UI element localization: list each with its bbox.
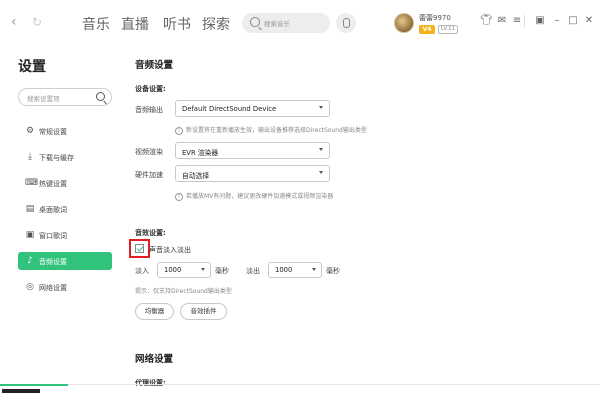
sidebar-item-desktop-lyrics[interactable]: ▤ 桌面歌词 bbox=[18, 200, 112, 218]
top-bar: ‹ ↻ 音乐 直播 听书 探索 搜索音乐 蕾蕾9970 V4 LV.11 👕︎ … bbox=[0, 0, 600, 44]
sidebar-item-label: 网络设置 bbox=[39, 284, 67, 292]
effect-settings-title: 音效设置: bbox=[135, 229, 166, 237]
audio-output-select[interactable]: Default DirectSound Device bbox=[175, 100, 330, 117]
player-bar-edge bbox=[2, 389, 40, 393]
settings-search-input[interactable]: 搜索设置项 bbox=[18, 88, 112, 106]
video-render-value: EVR 渲染器 bbox=[182, 149, 219, 157]
sidebar-item-label: 窗口歌词 bbox=[39, 232, 67, 240]
sidebar-item-label: 下载与缓存 bbox=[39, 154, 74, 162]
tab-explore[interactable]: 探索 bbox=[202, 14, 230, 34]
sidebar-item-network[interactable]: ◎ 网络设置 bbox=[18, 278, 112, 296]
level-badge: LV.11 bbox=[438, 25, 458, 34]
menu-icon[interactable]: ≡ bbox=[511, 15, 523, 27]
skin-icon[interactable]: 👕︎ bbox=[480, 15, 493, 27]
audio-output-label: 音频输出 bbox=[135, 106, 163, 114]
chevron-down-icon bbox=[319, 148, 323, 151]
audio-section-title: 音频设置 bbox=[135, 60, 174, 71]
hardware-accel-select[interactable]: 自动选择 bbox=[175, 165, 330, 182]
fade-out-value: 1000 bbox=[275, 266, 293, 274]
chevron-down-icon bbox=[319, 106, 323, 109]
audio-output-hint: ! 新设置将在重新播放生效，输出设备推荐选择DirectSound输出类型 bbox=[175, 125, 367, 135]
globe-icon: ◎ bbox=[26, 282, 34, 292]
search-placeholder: 搜索音乐 bbox=[264, 20, 290, 28]
gear-icon: ⚙ bbox=[25, 126, 35, 136]
sidebar-item-general[interactable]: ⚙ 常规设置 bbox=[18, 122, 112, 140]
chevron-down-icon bbox=[201, 268, 205, 271]
tab-live[interactable]: 直播 bbox=[121, 14, 149, 34]
sidebar-item-audio[interactable]: ♪ 音频设置 bbox=[18, 252, 112, 270]
fade-in-unit: 毫秒 bbox=[215, 267, 229, 275]
info-icon: ! bbox=[175, 126, 183, 135]
fade-in-label: 淡入 bbox=[135, 267, 149, 275]
sidebar-item-download[interactable]: ⤓ 下载与缓存 bbox=[18, 148, 112, 166]
hardware-accel-label: 硬件加速 bbox=[135, 171, 163, 179]
proxy-settings-title: 代理设置: bbox=[135, 379, 166, 387]
avatar[interactable] bbox=[394, 13, 414, 33]
download-icon: ⤓ bbox=[28, 152, 32, 162]
hardware-accel-hint-text: 若播放MV有问题，建议更改硬件加速模式或视频渲染器 bbox=[186, 193, 334, 200]
mail-icon[interactable]: ✉ bbox=[496, 15, 508, 27]
chevron-left-icon[interactable]: ‹ bbox=[11, 14, 17, 30]
effect-hint: 提示：仅支持DirectSound输出类型 bbox=[135, 288, 232, 295]
maximize-icon[interactable]: □ bbox=[567, 15, 579, 27]
sidebar-item-label: 桌面歌词 bbox=[39, 206, 67, 214]
hardware-accel-hint: ! 若播放MV有问题，建议更改硬件加速模式或视频渲染器 bbox=[175, 191, 333, 201]
fade-out-unit: 毫秒 bbox=[326, 267, 340, 275]
search-icon bbox=[250, 17, 260, 27]
effect-plugin-button[interactable]: 音效插件 bbox=[180, 303, 227, 320]
fade-in-select[interactable]: 1000 bbox=[157, 262, 211, 278]
audio-icon: ♪ bbox=[27, 256, 33, 266]
sidebar-item-label: 常规设置 bbox=[39, 128, 67, 136]
refresh-icon[interactable]: ↻ bbox=[32, 14, 42, 30]
audio-output-value: Default DirectSound Device bbox=[182, 105, 277, 113]
sidebar-item-label: 音频设置 bbox=[39, 258, 67, 266]
fade-out-label: 淡出 bbox=[246, 267, 260, 275]
player-divider bbox=[68, 384, 600, 385]
mini-mode-icon[interactable]: ▣ bbox=[534, 15, 546, 27]
minimize-icon[interactable]: – bbox=[551, 15, 563, 27]
close-icon[interactable]: ✕ bbox=[583, 15, 595, 27]
settings-search-placeholder: 搜索设置项 bbox=[27, 95, 60, 103]
video-render-select[interactable]: EVR 渲染器 bbox=[175, 142, 330, 159]
chevron-down-icon bbox=[319, 171, 323, 174]
audio-output-hint-text: 新设置将在重新播放生效，输出设备推荐选择DirectSound输出类型 bbox=[186, 127, 367, 134]
chevron-down-icon bbox=[312, 268, 316, 271]
network-section-title: 网络设置 bbox=[135, 354, 174, 365]
divider bbox=[524, 15, 525, 27]
fade-in-value: 1000 bbox=[164, 266, 182, 274]
playback-progress[interactable] bbox=[0, 384, 68, 386]
sidebar-item-hotkeys[interactable]: ⌨ 热键设置 bbox=[18, 174, 112, 192]
hardware-accel-value: 自动选择 bbox=[182, 172, 210, 180]
search-input[interactable]: 搜索音乐 bbox=[242, 13, 330, 33]
video-render-label: 视频渲染 bbox=[135, 148, 163, 156]
window-lyrics-icon: ▣ bbox=[25, 230, 35, 240]
tab-music[interactable]: 音乐 bbox=[82, 14, 110, 34]
page-title: 设置 bbox=[18, 59, 46, 75]
sidebar-item-label: 热键设置 bbox=[39, 180, 67, 188]
fade-out-select[interactable]: 1000 bbox=[268, 262, 322, 278]
keyboard-icon: ⌨ bbox=[25, 178, 38, 188]
username[interactable]: 蕾蕾9970 bbox=[419, 13, 451, 23]
desktop-lyrics-icon: ▤ bbox=[25, 204, 35, 214]
device-settings-title: 设备设置: bbox=[135, 85, 166, 93]
fade-checkbox-label[interactable]: 声音淡入淡出 bbox=[149, 245, 191, 255]
fade-checkbox[interactable] bbox=[135, 244, 144, 253]
search-icon[interactable] bbox=[96, 92, 105, 101]
info-icon: ! bbox=[175, 192, 183, 201]
equalizer-button[interactable]: 均衡器 bbox=[135, 303, 174, 320]
vip-badge[interactable]: V4 bbox=[419, 25, 435, 34]
voice-search-icon[interactable] bbox=[336, 13, 356, 33]
tab-audiobooks[interactable]: 听书 bbox=[163, 14, 191, 34]
sidebar-item-window-lyrics[interactable]: ▣ 窗口歌词 bbox=[18, 226, 112, 244]
